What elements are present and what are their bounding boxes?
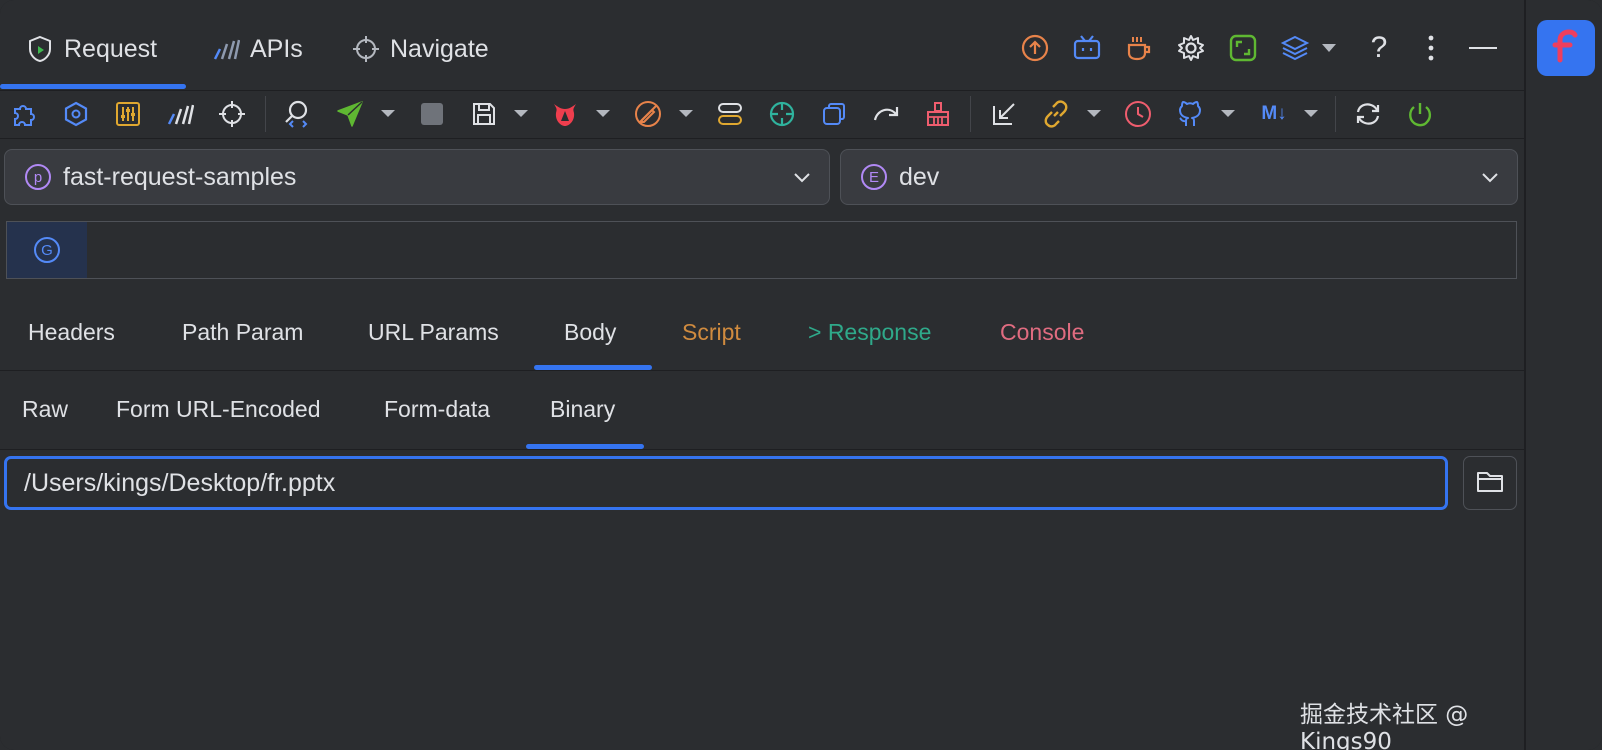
no-edit-icon[interactable]: [632, 98, 664, 130]
top-icon-row: ?: [1017, 30, 1517, 66]
project-select[interactable]: p fast-request-samples: [4, 149, 830, 205]
search-code-icon[interactable]: [282, 98, 314, 130]
tab-response[interactable]: > Response: [808, 314, 931, 350]
tab-binary[interactable]: Binary: [550, 391, 615, 427]
copy-icon[interactable]: [818, 98, 850, 130]
help-icon[interactable]: ?: [1361, 30, 1397, 66]
browse-file-button[interactable]: [1463, 456, 1517, 510]
power-icon[interactable]: [1404, 98, 1436, 130]
environment-select[interactable]: E dev: [840, 149, 1518, 205]
crosshair-green-icon[interactable]: [766, 98, 798, 130]
sliders-icon[interactable]: [112, 98, 144, 130]
save-dropdown-caret[interactable]: [514, 110, 528, 117]
tab-navigate-label: Navigate: [390, 34, 489, 63]
active-tab-indicator: [534, 365, 652, 370]
link-dropdown-caret[interactable]: [1087, 110, 1101, 117]
right-tool-strip: [1525, 0, 1602, 750]
shield-play-icon: [26, 35, 54, 63]
project-select-value: fast-request-samples: [63, 162, 297, 191]
active-subtab-indicator: [526, 444, 644, 449]
body-type-tabs: Raw Form URL-Encoded Form-data Binary: [0, 371, 1524, 450]
expand-icon[interactable]: [1225, 30, 1261, 66]
main-panel: Request APIs Navigate ? M↓ p fast-reques…: [0, 0, 1524, 750]
angular-icon[interactable]: [549, 98, 581, 130]
send-icon[interactable]: [334, 98, 366, 130]
import-icon[interactable]: [988, 98, 1020, 130]
sync-icon[interactable]: [1352, 98, 1384, 130]
redo-icon[interactable]: [870, 98, 902, 130]
clock-icon[interactable]: [1122, 98, 1154, 130]
app-window: Request APIs Navigate ? M↓ p fast-reques…: [0, 0, 1602, 750]
upload-icon[interactable]: [1017, 30, 1053, 66]
bars-icon: [212, 35, 240, 63]
tab-raw[interactable]: Raw: [22, 391, 68, 427]
link-icon[interactable]: [1040, 98, 1072, 130]
request-tabs: Headers Path Param URL Params Body Scrip…: [0, 300, 1524, 371]
watermark: 掘金技术社区 @ Kings90: [1300, 702, 1469, 750]
tab-script[interactable]: Script: [682, 314, 741, 350]
method-selector[interactable]: G: [7, 222, 87, 278]
tab-form-data[interactable]: Form-data: [384, 391, 490, 427]
toolbar-separator-3: [1335, 96, 1336, 132]
tab-headers[interactable]: Headers: [28, 314, 115, 350]
gear-icon[interactable]: [1173, 30, 1209, 66]
markdown-icon[interactable]: M↓: [1254, 98, 1294, 130]
method-badge: G: [34, 237, 60, 263]
stop-icon[interactable]: [416, 98, 448, 130]
coffee-icon[interactable]: [1121, 30, 1157, 66]
fast-request-logo-icon: [1550, 28, 1582, 69]
fast-request-plugin-button[interactable]: [1537, 20, 1595, 76]
project-badge: p: [25, 164, 51, 190]
tab-form-url-encoded[interactable]: Form URL-Encoded: [116, 391, 321, 427]
tab-request-label: Request: [64, 34, 158, 63]
bars-chart-icon[interactable]: [164, 98, 196, 130]
binary-file-path-input[interactable]: /Users/kings/Desktop/fr.pptx: [4, 456, 1448, 510]
tab-body[interactable]: Body: [564, 314, 616, 350]
more-icon[interactable]: [1413, 30, 1449, 66]
binary-file-path-value: /Users/kings/Desktop/fr.pptx: [24, 468, 336, 497]
url-input-row[interactable]: G: [6, 221, 1517, 279]
angular-dropdown-caret[interactable]: [596, 110, 610, 117]
puzzle-icon[interactable]: [8, 98, 40, 130]
tab-navigate[interactable]: Navigate: [352, 24, 489, 74]
broom-icon[interactable]: [922, 98, 954, 130]
tab-path-param[interactable]: Path Param: [182, 314, 303, 350]
toggle-icon[interactable]: [714, 98, 746, 130]
environment-badge: E: [861, 164, 887, 190]
markdown-dropdown-caret[interactable]: [1304, 110, 1318, 117]
tab-request[interactable]: Request: [26, 24, 157, 74]
tab-apis-label: APIs: [250, 34, 303, 63]
toolbar-separator: [265, 96, 266, 132]
no-edit-dropdown-caret[interactable]: [679, 110, 693, 117]
chevron-down-icon: [1481, 165, 1499, 194]
chevron-down-icon[interactable]: [1319, 30, 1339, 66]
active-tab-indicator: [0, 84, 186, 89]
minimize-icon[interactable]: [1465, 30, 1501, 66]
crosshair-icon: [352, 35, 380, 63]
hexagon-icon[interactable]: [60, 98, 92, 130]
save-icon[interactable]: [468, 98, 500, 130]
layers-icon[interactable]: [1277, 30, 1313, 66]
tab-url-params[interactable]: URL Params: [368, 314, 499, 350]
tab-apis[interactable]: APIs: [212, 24, 303, 74]
action-toolbar: M↓: [0, 90, 1524, 139]
folder-icon: [1475, 468, 1505, 499]
send-dropdown-caret[interactable]: [381, 110, 395, 117]
chevron-down-icon: [793, 165, 811, 194]
toolbar-separator-2: [970, 96, 971, 132]
top-tab-bar: Request APIs Navigate ?: [0, 0, 1524, 91]
tab-console[interactable]: Console: [1000, 314, 1084, 350]
github-icon[interactable]: [1174, 98, 1206, 130]
target-icon[interactable]: [216, 98, 248, 130]
tv-icon[interactable]: [1069, 30, 1105, 66]
github-dropdown-caret[interactable]: [1221, 110, 1235, 117]
environment-select-value: dev: [899, 162, 940, 191]
